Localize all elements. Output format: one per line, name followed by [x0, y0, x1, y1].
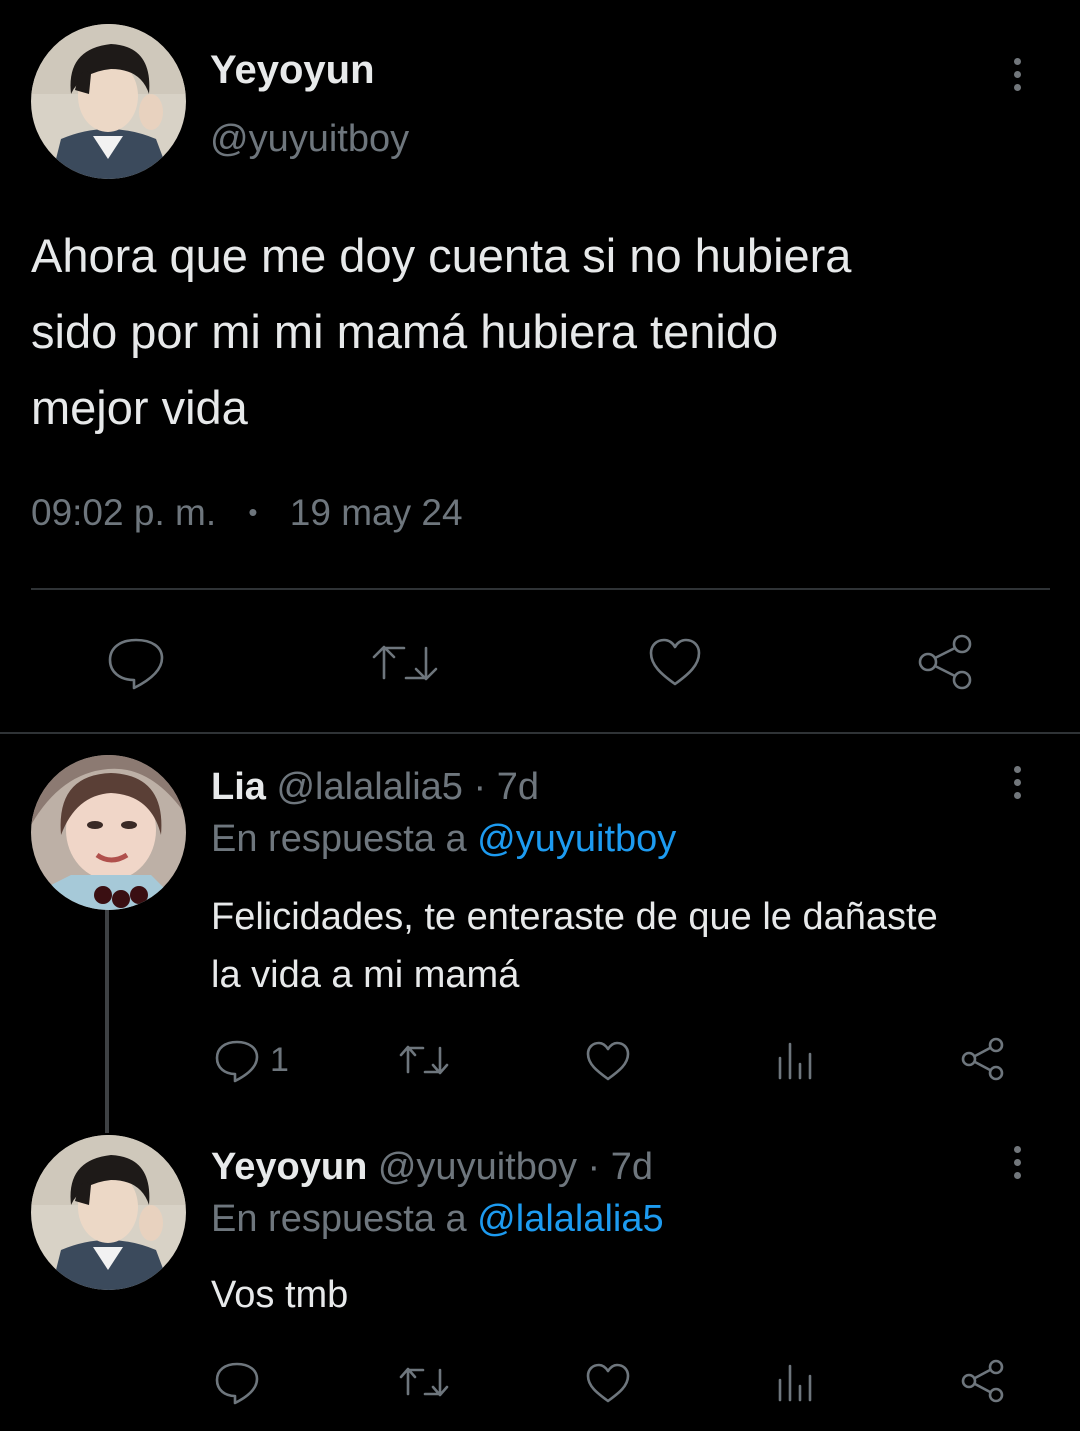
reply-context: En respuesta a @yuyuitboy [211, 814, 676, 864]
avatar[interactable] [31, 755, 186, 910]
tweet-timestamp[interactable]: 09:02 p. m. • 19 may 24 [31, 488, 463, 541]
views-button[interactable] [776, 1040, 816, 1080]
heart-icon [586, 1041, 630, 1081]
reply-prefix: En respuesta a [211, 818, 467, 860]
views-button[interactable] [776, 1362, 816, 1402]
views-icon [778, 1042, 812, 1080]
tweet-date: 19 may 24 [289, 492, 463, 533]
thread-line [105, 905, 109, 1133]
more-options-icon[interactable] [1010, 58, 1024, 91]
divider [0, 732, 1080, 734]
avatar[interactable] [31, 24, 186, 179]
reply-button[interactable] [214, 1360, 260, 1406]
reply-text-line: Felicidades, te enteraste de que le daña… [211, 896, 938, 938]
reply-age: · 7d [473, 766, 539, 808]
reply-text: Vos tmb [211, 1266, 1061, 1324]
reply-header: Yeyoyun @yuyuitboy · 7d [211, 1142, 653, 1192]
separator-dot: • [248, 497, 258, 527]
retweet-button[interactable] [370, 640, 440, 686]
like-button[interactable] [585, 1362, 631, 1404]
like-button[interactable] [647, 636, 703, 688]
share-icon [961, 1359, 1004, 1403]
display-name[interactable]: Yeyoyun [210, 44, 375, 96]
reply-button[interactable]: 1 [214, 1038, 304, 1084]
tweet-text-line: Ahora que me doy cuenta si no hubiera [31, 229, 852, 282]
reply-text-line: la vida a mi mamá [211, 954, 520, 996]
heart-icon [649, 638, 701, 686]
heart-icon [586, 1363, 630, 1403]
reply-button[interactable] [106, 634, 166, 690]
mention-link[interactable]: @yuyuitboy [477, 818, 676, 860]
reply-header: Lia @lalalalia5 · 7d [211, 762, 539, 812]
retweet-button[interactable] [398, 1364, 450, 1400]
user-handle[interactable]: @yuyuitboy [210, 114, 409, 164]
mention-link[interactable]: @lalalalia5 [477, 1198, 663, 1240]
retweet-button[interactable] [398, 1042, 450, 1078]
tweet-time: 09:02 p. m. [31, 492, 217, 533]
views-icon [778, 1364, 812, 1402]
share-icon [918, 634, 972, 690]
tweet-text: Ahora que me doy cuenta si no hubiera si… [31, 218, 1051, 446]
reply-icon [215, 1040, 259, 1083]
reply-context: En respuesta a @lalalalia5 [211, 1194, 664, 1244]
reply-text: Felicidades, te enteraste de que le daña… [211, 888, 1061, 1004]
reply-prefix: En respuesta a [211, 1198, 467, 1240]
share-button[interactable] [960, 1036, 1006, 1082]
more-options-icon[interactable] [1010, 766, 1024, 799]
share-button[interactable] [916, 632, 974, 690]
tweet-text-line: mejor vida [31, 381, 248, 434]
reply-icon [215, 1362, 259, 1405]
user-handle[interactable]: @lalalalia5 [276, 766, 462, 808]
reply-icon [108, 638, 164, 690]
retweet-icon [372, 645, 438, 681]
like-button[interactable] [585, 1040, 631, 1082]
reply-age: · 7d [587, 1146, 654, 1188]
tweet-text-line: sido por mi mi mamá hubiera tenido [31, 305, 779, 358]
avatar[interactable] [31, 1135, 186, 1290]
retweet-icon [399, 1045, 449, 1075]
more-options-icon[interactable] [1010, 1146, 1024, 1179]
retweet-icon [399, 1367, 449, 1397]
share-button[interactable] [960, 1358, 1006, 1404]
reply-text-line: Vos tmb [211, 1274, 349, 1316]
divider [31, 588, 1050, 590]
reply-count: 1 [270, 1041, 289, 1079]
display-name[interactable]: Yeyoyun [211, 1146, 367, 1188]
user-handle[interactable]: @yuyuitboy [378, 1146, 577, 1188]
display-name[interactable]: Lia [211, 766, 266, 808]
share-icon [961, 1037, 1004, 1081]
